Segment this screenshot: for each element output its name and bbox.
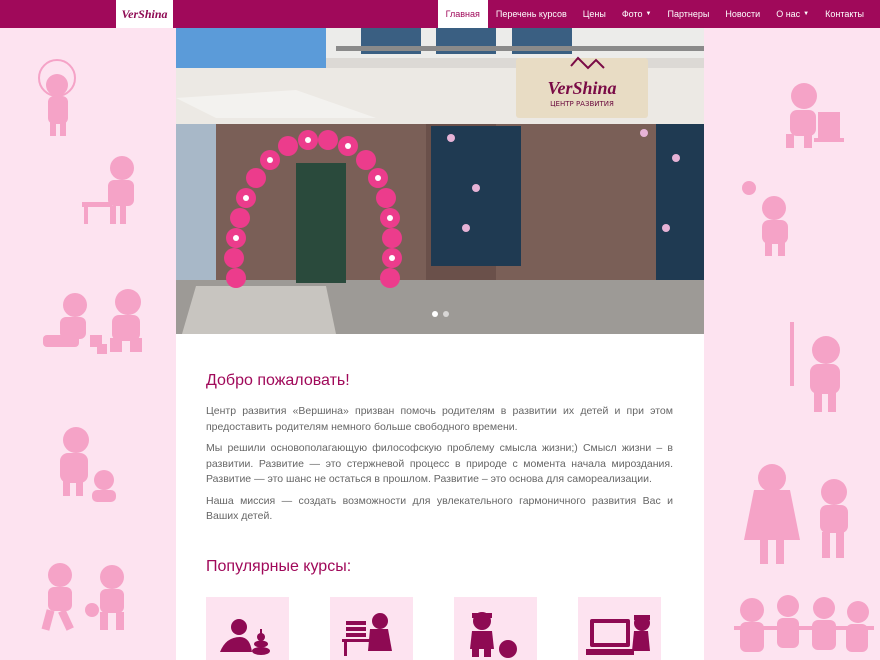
course-card[interactable] [330, 597, 413, 660]
top-navbar: VerShina Главная Перечень курсов Цены Фо… [0, 0, 880, 28]
nav-item-photo[interactable]: Фото ▼ [614, 0, 660, 28]
nav-item-prices[interactable]: Цены [575, 0, 614, 28]
nav-item-label: Главная [445, 9, 480, 19]
hero-carousel[interactable]: ЦЕНТР РАЗВИТИЯ VerShina [176, 28, 704, 334]
course-card[interactable] [454, 597, 537, 660]
nav-item-courses[interactable]: Перечень курсов [488, 0, 575, 28]
nav-menu: Главная Перечень курсов Цены Фото ▼ Партн… [437, 0, 872, 28]
nav-item-about[interactable]: О нас ▼ [768, 0, 817, 28]
carousel-dot[interactable] [432, 311, 438, 317]
child-reading-books-icon [342, 613, 392, 656]
main-content: ЦЕНТР РАЗВИТИЯ VerShina Добро пожаловать… [176, 28, 704, 660]
welcome-title: Добро пожаловать! [206, 372, 350, 389]
popular-courses-title: Популярные курсы: [206, 558, 352, 575]
caret-down-icon: ▼ [645, 11, 652, 17]
course-card[interactable] [578, 597, 661, 660]
building-entrance-photo: ЦЕНТР РАЗВИТИЯ VerShina [176, 28, 704, 334]
nav-item-label: Новости [725, 9, 761, 19]
carousel-indicators [432, 311, 449, 317]
nav-item-home[interactable]: Главная [437, 0, 488, 28]
nav-item-label: Фото [621, 9, 643, 19]
child-at-computer-icon [586, 615, 650, 655]
decorative-kids-left-icon [38, 59, 142, 631]
course-card[interactable] [206, 597, 289, 660]
brand-logo[interactable]: VerShina [116, 0, 173, 28]
nav-item-partners[interactable]: Партнеры [659, 0, 717, 28]
decorative-kids-right-icon [734, 83, 874, 652]
intro-paragraph: Наша миссия — создать возможности для ув… [206, 494, 673, 523]
nav-item-label: Партнеры [667, 9, 710, 19]
sign-subtitle: ЦЕНТР РАЗВИТИЯ [550, 100, 614, 108]
nav-item-contacts[interactable]: Контакты [817, 0, 872, 28]
intro-text: Центр развития «Вершина» призван помочь … [206, 404, 673, 531]
carousel-dot[interactable] [443, 311, 449, 317]
nav-item-label: Цены [582, 9, 606, 19]
nav-item-news[interactable]: Новости [717, 0, 768, 28]
nav-item-label: О нас [776, 9, 801, 19]
nav-item-label: Контакты [825, 9, 864, 19]
popular-courses-list [206, 597, 661, 660]
child-with-ball-icon [470, 612, 517, 658]
child-with-pyramid-icon [220, 619, 270, 655]
nav-item-label: Перечень курсов [495, 9, 567, 19]
intro-paragraph: Мы решили основополагающую философскую п… [206, 442, 673, 485]
intro-paragraph: Центр развития «Вершина» призван помочь … [206, 405, 673, 433]
caret-down-icon: ▼ [803, 11, 810, 17]
logo-text: VerShina [121, 6, 168, 21]
sign-logo-text: VerShina [547, 78, 616, 98]
